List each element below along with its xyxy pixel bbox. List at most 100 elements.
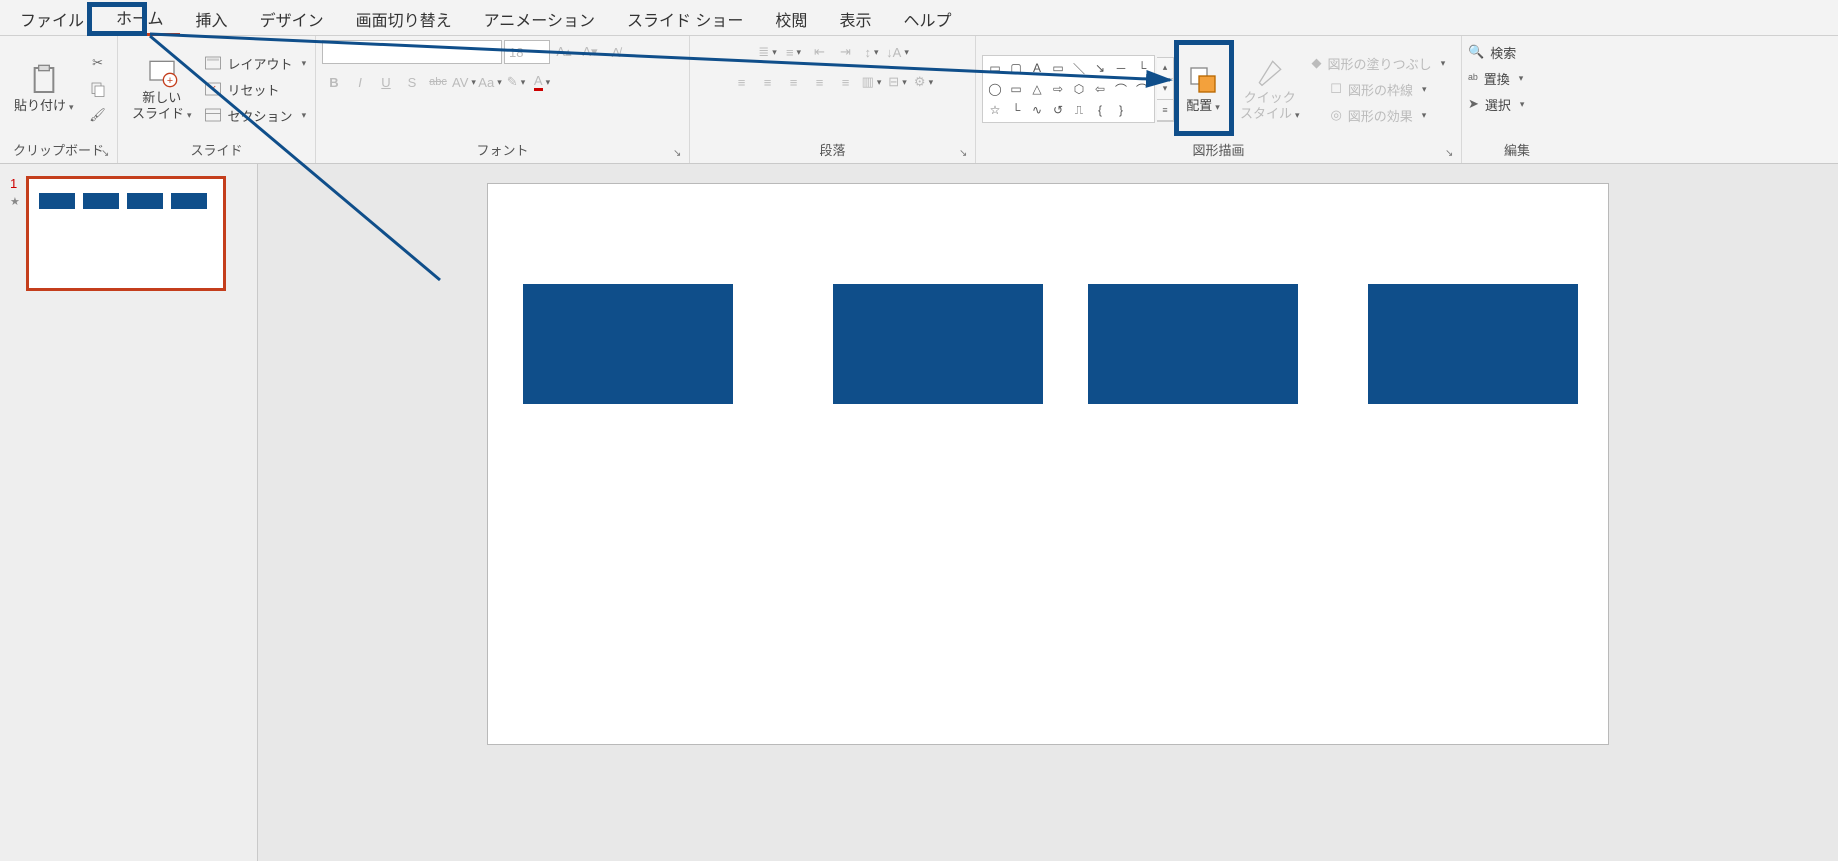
- slide-thumbnail-1[interactable]: [26, 176, 226, 291]
- shape-outline-button[interactable]: ☐図形の枠線: [1312, 77, 1446, 101]
- dialog-launcher-drawing[interactable]: ↘: [1445, 148, 1457, 160]
- find-button[interactable]: 🔍検索: [1468, 40, 1520, 64]
- group-drawing: ▭ ▢ A ▭ ＼ ↘ ─ └ ◯ ▭ △ ⇨ ⬡ ⇦ ⌒ ⌒ ☆: [976, 36, 1462, 163]
- change-case-button[interactable]: Aa: [478, 70, 502, 94]
- shape-connector2-icon[interactable]: ⎍: [1069, 100, 1089, 120]
- format-painter-button[interactable]: 🖌: [86, 103, 110, 127]
- shape-rounded-rect-icon[interactable]: ▢: [1006, 58, 1026, 78]
- shape-oval-icon[interactable]: ◯: [985, 79, 1005, 99]
- tab-animations[interactable]: アニメーション: [468, 1, 611, 35]
- layout-button[interactable]: レイアウト: [204, 51, 307, 75]
- dialog-launcher-clipboard[interactable]: ↘: [101, 148, 113, 160]
- underline-button[interactable]: U: [374, 70, 398, 94]
- font-color-button[interactable]: A: [530, 70, 554, 94]
- new-slide-button[interactable]: + 新しい スライド: [124, 54, 200, 123]
- shape-corner-icon[interactable]: └: [1006, 100, 1026, 120]
- shape-brace-r-icon[interactable]: }: [1111, 100, 1131, 120]
- clear-formatting-button[interactable]: A̸: [604, 40, 628, 64]
- tab-slideshow[interactable]: スライド ショー: [611, 1, 759, 35]
- grow-font-button[interactable]: A▴: [552, 40, 576, 64]
- fill-icon: ◆: [1312, 55, 1322, 71]
- font-size-combo[interactable]: 18: [504, 40, 550, 64]
- shape-fill-button[interactable]: ◆図形の塗りつぶし: [1312, 51, 1446, 75]
- columns-button[interactable]: ▥: [860, 70, 884, 94]
- shape-line-icon[interactable]: ＼: [1069, 58, 1089, 78]
- gallery-up-icon[interactable]: ▴: [1157, 58, 1173, 79]
- shape-loop-icon[interactable]: ↺: [1048, 100, 1068, 120]
- thumbnail-pane[interactable]: 1 ★: [0, 164, 258, 861]
- select-button[interactable]: ➤選択: [1468, 92, 1524, 116]
- slide-canvas[interactable]: [488, 184, 1608, 744]
- dialog-launcher-font[interactable]: ↘: [673, 148, 685, 160]
- tab-home[interactable]: ホーム: [100, 0, 180, 36]
- group-slides: + 新しい スライド レイアウト リセット セクション スライド: [118, 36, 316, 163]
- highlight-color-button[interactable]: ✎: [504, 70, 528, 94]
- shapes-gallery-scroll[interactable]: ▴ ▾ ≡: [1157, 57, 1174, 122]
- text-direction-button[interactable]: ↓A: [886, 40, 910, 64]
- shrink-font-button[interactable]: A▾: [578, 40, 602, 64]
- section-button[interactable]: セクション: [204, 103, 307, 127]
- align-left-button[interactable]: ≡: [730, 70, 754, 94]
- quick-styles-button[interactable]: クイック スタイル: [1232, 54, 1308, 123]
- align-right-button[interactable]: ≡: [782, 70, 806, 94]
- shape-rectangle-4[interactable]: [1368, 284, 1578, 404]
- tab-transitions[interactable]: 画面切り替え: [340, 1, 468, 35]
- shape-arc2-icon[interactable]: ⌒: [1132, 79, 1152, 99]
- shape-hexagon-icon[interactable]: ⬡: [1069, 79, 1089, 99]
- copy-button[interactable]: [86, 77, 110, 101]
- italic-button[interactable]: I: [348, 70, 372, 94]
- tab-help[interactable]: ヘルプ: [887, 1, 967, 35]
- decrease-indent-button[interactable]: ⇤: [808, 40, 832, 64]
- shape-triangle-icon[interactable]: △: [1027, 79, 1047, 99]
- shape-rectangle-icon[interactable]: ▭: [985, 58, 1005, 78]
- tab-design[interactable]: デザイン: [244, 1, 340, 35]
- shape-line2-icon[interactable]: ─: [1111, 58, 1131, 78]
- tab-review[interactable]: 校閲: [759, 1, 823, 35]
- shape-rect2-icon[interactable]: ▭: [1006, 79, 1026, 99]
- align-text-button[interactable]: ⊟: [886, 70, 910, 94]
- shape-curve-icon[interactable]: ∿: [1027, 100, 1047, 120]
- paste-button[interactable]: 貼り付け: [6, 62, 82, 116]
- arrange-button[interactable]: 配置: [1178, 62, 1228, 116]
- char-spacing-button[interactable]: AV: [452, 70, 476, 94]
- reset-button[interactable]: リセット: [204, 77, 307, 101]
- tab-insert[interactable]: 挿入: [180, 1, 244, 35]
- slide-editor-area[interactable]: [258, 164, 1838, 861]
- tab-view[interactable]: 表示: [823, 1, 887, 35]
- shape-textbox2-icon[interactable]: ▭: [1048, 58, 1068, 78]
- strikethrough-button[interactable]: abc: [426, 70, 450, 94]
- align-center-button[interactable]: ≡: [756, 70, 780, 94]
- replace-button[interactable]: ᵃᵇ置換: [1468, 66, 1523, 90]
- shape-arrow-line-icon[interactable]: ↘: [1090, 58, 1110, 78]
- shape-more-icon[interactable]: [1132, 100, 1152, 120]
- text-shadow-button[interactable]: S: [400, 70, 424, 94]
- gallery-down-icon[interactable]: ▾: [1157, 79, 1173, 100]
- group-label-slides: スライド: [124, 138, 309, 161]
- justify-button[interactable]: ≡: [808, 70, 832, 94]
- dialog-launcher-paragraph[interactable]: ↘: [959, 148, 971, 160]
- shape-effects-button[interactable]: ◎図形の効果: [1312, 103, 1446, 127]
- gallery-more-icon[interactable]: ≡: [1157, 100, 1173, 121]
- shape-larrow-icon[interactable]: ⇦: [1090, 79, 1110, 99]
- shape-star-icon[interactable]: ☆: [985, 100, 1005, 120]
- outdent-icon: ⇤: [814, 44, 825, 60]
- shape-rectangle-3[interactable]: [1088, 284, 1298, 404]
- increase-indent-button[interactable]: ⇥: [834, 40, 858, 64]
- shape-arc-icon[interactable]: ⌒: [1111, 79, 1131, 99]
- shape-rectangle-2[interactable]: [833, 284, 1043, 404]
- cut-button[interactable]: ✂: [86, 51, 110, 75]
- numbering-button[interactable]: ≡: [782, 40, 806, 64]
- smartart-button[interactable]: ⚙: [912, 70, 936, 94]
- shape-textbox-icon[interactable]: A: [1027, 58, 1047, 78]
- bullets-button[interactable]: ≣: [756, 40, 780, 64]
- shape-rarrow-icon[interactable]: ⇨: [1048, 79, 1068, 99]
- font-name-combo[interactable]: [322, 40, 502, 64]
- shape-brace-l-icon[interactable]: {: [1090, 100, 1110, 120]
- bold-button[interactable]: B: [322, 70, 346, 94]
- distribute-button[interactable]: ≡: [834, 70, 858, 94]
- tab-file[interactable]: ファイル: [4, 1, 100, 35]
- line-spacing-button[interactable]: ↕: [860, 40, 884, 64]
- shape-connector-icon[interactable]: └: [1132, 58, 1152, 78]
- shape-rectangle-1[interactable]: [523, 284, 733, 404]
- shapes-gallery[interactable]: ▭ ▢ A ▭ ＼ ↘ ─ └ ◯ ▭ △ ⇨ ⬡ ⇦ ⌒ ⌒ ☆: [982, 55, 1155, 123]
